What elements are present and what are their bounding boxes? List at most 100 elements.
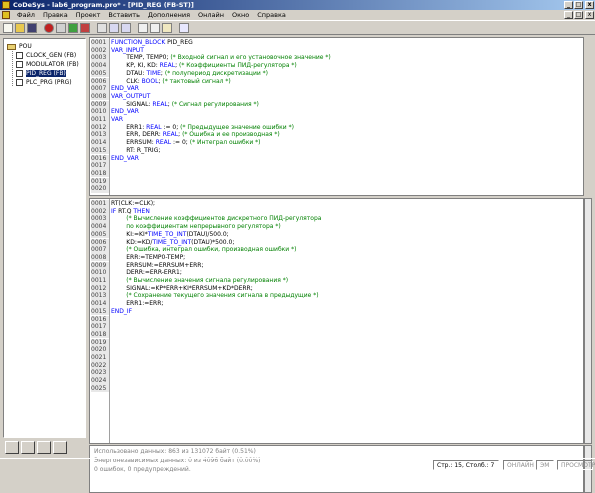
line-number: 0006 <box>91 238 109 246</box>
line-number: 0001 <box>91 200 109 208</box>
code-keyword: END_IF <box>111 307 133 315</box>
code-text: ERRSUM: <box>111 139 156 147</box>
menu-bar: Файл Правка Проект Вставить Дополнения О… <box>0 10 595 20</box>
code-keyword: VAR_OUTPUT <box>111 92 151 100</box>
code-comment: (* Входной сигнал и его установочное зна… <box>170 54 331 62</box>
status-bar: Стр.: 15, Столб.: 7 ОНЛАЙН ЭМ ПРОСМОТР <box>0 458 595 470</box>
tab-visualizations-icon[interactable] <box>37 441 51 454</box>
line-number: 0015 <box>91 307 109 316</box>
paste-icon[interactable] <box>162 23 172 33</box>
line-number: 0002 <box>91 46 109 55</box>
code-line: ERR, DERR: REAL; (* Ошибка и ее производ… <box>111 131 279 139</box>
menu-project[interactable]: Проект <box>72 10 105 20</box>
line-number: 0013 <box>91 131 109 139</box>
tab-pous-icon[interactable] <box>5 441 19 454</box>
save-icon[interactable] <box>27 23 37 33</box>
menu-extras[interactable]: Дополнения <box>144 10 194 20</box>
tree-item-pid-reg[interactable]: PID_REG (FB) <box>16 70 66 78</box>
code-text: (DTAU)/500.0; <box>186 230 229 238</box>
code-comment: (* Вычисление значения сигнала регулиров… <box>111 277 289 284</box>
toolbar <box>0 20 595 35</box>
line-number: 0009 <box>91 100 109 109</box>
maximize-button[interactable]: □ <box>574 1 583 9</box>
line-number: 0016 <box>91 315 109 323</box>
menu-window[interactable]: Окно <box>228 10 253 20</box>
pou-icon <box>16 70 23 77</box>
new-file-icon[interactable] <box>3 23 13 33</box>
pou-icon <box>16 61 23 68</box>
line-number: 0014 <box>91 139 109 147</box>
code-comment: по коэффициентам непрерывного регулятора… <box>111 223 281 231</box>
line-number: 0011 <box>91 277 109 285</box>
line-number: 0013 <box>91 292 109 300</box>
code-line: SIGNAL:=KP*ERR+KI*ERRSUM+KD*DERR; <box>111 285 253 293</box>
code-line: KD:=KD/TIME_TO_INT(DTAU)*500.0; <box>111 239 234 247</box>
minimize-button[interactable]: _ <box>564 1 573 9</box>
code-text: RT: R_TRIG; <box>111 146 161 154</box>
find-icon[interactable] <box>179 23 189 33</box>
menu-file[interactable]: Файл <box>13 10 39 20</box>
code-line: (* Сохранение текущего значения сигнала … <box>111 292 319 300</box>
tab-resources-icon[interactable] <box>53 441 67 454</box>
pou-icon <box>16 52 23 59</box>
declaration-editor[interactable]: 0001 FUNCTION_BLOCK PID_REG 0002 VAR_INPUT 0… <box>89 37 584 196</box>
tree-connector <box>12 51 13 86</box>
code-line: RT(CLK:=CLK); <box>111 200 155 208</box>
editor-vertical-scrollbar[interactable] <box>584 198 592 444</box>
code-line: FUNCTION_BLOCK PID_REG <box>111 39 193 47</box>
line-number: 0016 <box>91 154 109 162</box>
tree-item-modulator[interactable]: MODULATOR (FB) <box>16 61 79 69</box>
document-icon[interactable] <box>2 11 10 19</box>
sim-indicator: ЭМ <box>536 460 554 470</box>
code-comment: (* Сохранение текущего значения сигнала … <box>111 292 319 300</box>
logout-icon[interactable] <box>56 23 66 33</box>
menu-online[interactable]: Онлайн <box>194 10 228 20</box>
code-keyword: END_VAR <box>111 85 139 93</box>
code-text: TEMP, TEMP0; <box>111 54 171 62</box>
close-button[interactable]: x <box>585 1 594 9</box>
code-text: KD:=KD/ <box>111 238 153 246</box>
step-in-icon[interactable] <box>121 23 131 33</box>
menu-insert[interactable]: Вставить <box>104 10 143 20</box>
stop-icon[interactable] <box>80 23 90 33</box>
organizer-tabs <box>3 440 86 456</box>
menu-edit[interactable]: Правка <box>39 10 72 20</box>
tree-root-pou[interactable]: POU <box>7 43 32 51</box>
line-number: 0005 <box>91 69 109 78</box>
code-line: KP, KI, KD: REAL; (* Коэффициенты ПИД-ре… <box>111 62 297 70</box>
line-number: 0007 <box>91 85 109 93</box>
object-organizer[interactable]: POU CLOCK_GEN (FB) MODULATOR (FB) PID_RE… <box>3 38 86 438</box>
line-number: 0009 <box>91 261 109 270</box>
code-keyword: FUNCTION_BLOCK <box>111 39 168 46</box>
line-number: 0004 <box>91 223 109 231</box>
step-over-icon[interactable] <box>109 23 119 33</box>
doc-minimize-button[interactable]: _ <box>564 11 573 19</box>
code-text: ERR:=TEMP0-TEMP; <box>111 253 186 261</box>
code-text: DTAU: <box>111 69 147 77</box>
code-line: по коэффициентам непрерывного регулятора… <box>111 223 281 231</box>
code-keyword: END_VAR <box>111 108 139 116</box>
open-folder-icon[interactable] <box>15 23 25 33</box>
menu-help[interactable]: Справка <box>253 10 290 20</box>
code-keyword: VAR <box>111 116 123 123</box>
run-icon[interactable] <box>68 23 78 33</box>
login-icon[interactable] <box>44 23 54 33</box>
line-number: 0025 <box>91 384 109 393</box>
doc-close-button[interactable]: x <box>585 11 594 19</box>
line-number: 0005 <box>91 230 109 239</box>
line-number: 0003 <box>91 54 109 62</box>
breakpoint-icon[interactable] <box>97 23 107 33</box>
code-line: SIGNAL: REAL; (* Сигнал регулирования *) <box>111 101 259 109</box>
implementation-editor[interactable]: 0001 RT(CLK:=CLK); 0002 IF RT.Q THEN 0003 (*… <box>89 198 584 444</box>
tab-datatypes-icon[interactable] <box>21 441 35 454</box>
code-keyword: REAL <box>152 100 168 108</box>
doc-maximize-button[interactable]: □ <box>574 11 583 19</box>
code-line: ERRSUM:=ERRSUM+ERR; <box>111 262 203 270</box>
tree-item-plc-prg[interactable]: PLC_PRG (PRG) <box>16 79 72 87</box>
line-number: 0012 <box>91 123 109 132</box>
code-keyword: VAR_INPUT <box>111 46 144 54</box>
cut-icon[interactable] <box>138 23 148 33</box>
copy-icon[interactable] <box>150 23 160 33</box>
code-text: (DTAU)*500.0; <box>191 238 235 246</box>
tree-item-clock-gen[interactable]: CLOCK_GEN (FB) <box>16 52 76 60</box>
